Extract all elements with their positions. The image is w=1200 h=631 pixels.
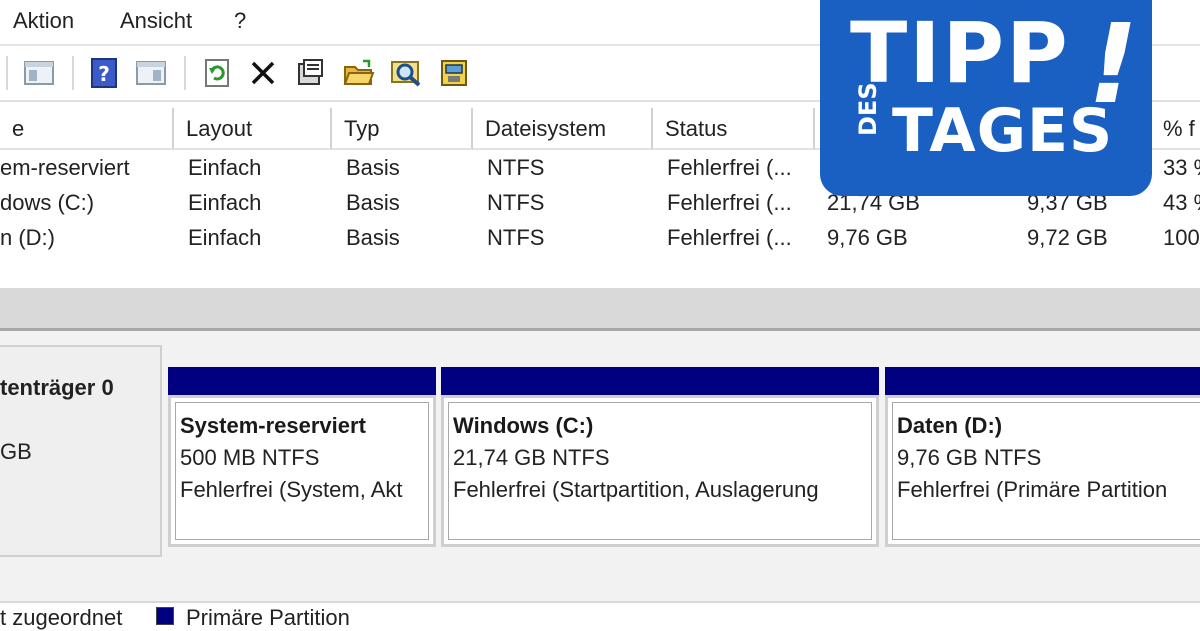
cell-volume: n (D:)	[0, 225, 55, 250]
console-tree-icon[interactable]	[22, 56, 56, 90]
cell-capacity: 9,76 GB	[827, 225, 908, 250]
menu-aktion[interactable]: Aktion	[13, 8, 74, 34]
partition-system-reserved[interactable]: System-reserviert 500 MB NTFS Fehlerfrei…	[168, 395, 436, 547]
legend-primary-label: Primäre Partition	[186, 605, 350, 630]
cell-volume: dows (C:)	[0, 190, 95, 215]
column-header-layout[interactable]: Layout	[174, 108, 332, 150]
toolbar-separator	[6, 56, 8, 90]
cell-percent-free: 33 %	[1163, 155, 1200, 180]
badge-title-tipp: TIPP	[850, 4, 1070, 102]
action-pane-icon[interactable]	[134, 56, 168, 90]
partition-name: Windows (C:)	[453, 413, 594, 438]
pane-splitter[interactable]	[0, 288, 1200, 331]
partition-status: Fehlerfrei (Startpartition, Auslagerung	[453, 477, 819, 502]
partition-size: 21,74 GB NTFS	[453, 445, 610, 470]
legend: t zugeordnet Primäre Partition	[0, 601, 1200, 630]
cell-type: Basis	[346, 225, 400, 250]
disk-name: tenträger 0	[0, 375, 114, 400]
search-icon[interactable]	[390, 56, 424, 90]
tipp-des-tages-badge: TIPP ! DES TAGES	[820, 0, 1152, 196]
cell-filesystem: NTFS	[487, 155, 545, 180]
column-header-filesystem[interactable]: Dateisystem	[473, 108, 653, 150]
cell-free: 9,72 GB	[1027, 225, 1108, 250]
menu-ansicht[interactable]: Ansicht	[120, 8, 192, 34]
partition-name: Daten (D:)	[897, 413, 1003, 438]
disk-settings-icon[interactable]	[438, 56, 472, 90]
cell-layout: Einfach	[188, 190, 262, 215]
disk-info-panel[interactable]: tenträger 0 GB	[0, 345, 162, 557]
open-icon[interactable]	[342, 56, 376, 90]
legend-unallocated-label: t zugeordnet	[0, 605, 123, 630]
toolbar-separator	[184, 56, 186, 90]
partition-bar-primary	[441, 367, 879, 395]
partition-daten-d[interactable]: Daten (D:) 9,76 GB NTFS Fehlerfrei (Prim…	[885, 395, 1200, 547]
cell-status: Fehlerfrei (...	[667, 190, 792, 215]
partition-bar-primary	[885, 367, 1200, 395]
refresh-icon[interactable]	[200, 56, 234, 90]
cell-percent-free: 100	[1163, 225, 1200, 250]
partition-name: System-reserviert	[180, 413, 366, 438]
cell-percent-free: 43 %	[1163, 190, 1200, 215]
badge-title-tages: TAGES	[892, 96, 1114, 166]
cell-filesystem: NTFS	[487, 225, 545, 250]
svg-text:?: ?	[98, 62, 110, 86]
cell-status: Fehlerfrei (...	[667, 225, 792, 250]
cell-type: Basis	[346, 155, 400, 180]
partition-size: 9,76 GB NTFS	[897, 445, 1042, 470]
column-header-type[interactable]: Typ	[332, 108, 473, 150]
delete-icon[interactable]	[246, 56, 280, 90]
partition-windows-c[interactable]: Windows (C:) 21,74 GB NTFS Fehlerfrei (S…	[441, 395, 879, 547]
cell-layout: Einfach	[188, 155, 262, 180]
partition-status: Fehlerfrei (System, Akt	[180, 477, 403, 502]
column-header-percent-free[interactable]: % f	[1151, 108, 1200, 150]
cell-volume: em-reserviert	[0, 155, 130, 180]
partition-bar-primary	[168, 367, 436, 395]
properties-icon[interactable]	[294, 56, 328, 90]
column-header-volume[interactable]: e	[0, 108, 174, 150]
column-header-status[interactable]: Status	[653, 108, 815, 150]
cell-status: Fehlerfrei (...	[667, 155, 792, 180]
partition-status: Fehlerfrei (Primäre Partition	[897, 477, 1168, 502]
cell-filesystem: NTFS	[487, 190, 545, 215]
menu-help[interactable]: ?	[234, 8, 246, 34]
help-icon[interactable]: ?	[88, 56, 122, 90]
disk-size: GB	[0, 439, 32, 464]
cell-type: Basis	[346, 190, 400, 215]
toolbar-separator	[72, 56, 74, 90]
legend-primary-swatch	[156, 607, 174, 625]
cell-layout: Einfach	[188, 225, 262, 250]
partition-size: 500 MB NTFS	[180, 445, 320, 470]
badge-des: DES	[854, 82, 882, 136]
